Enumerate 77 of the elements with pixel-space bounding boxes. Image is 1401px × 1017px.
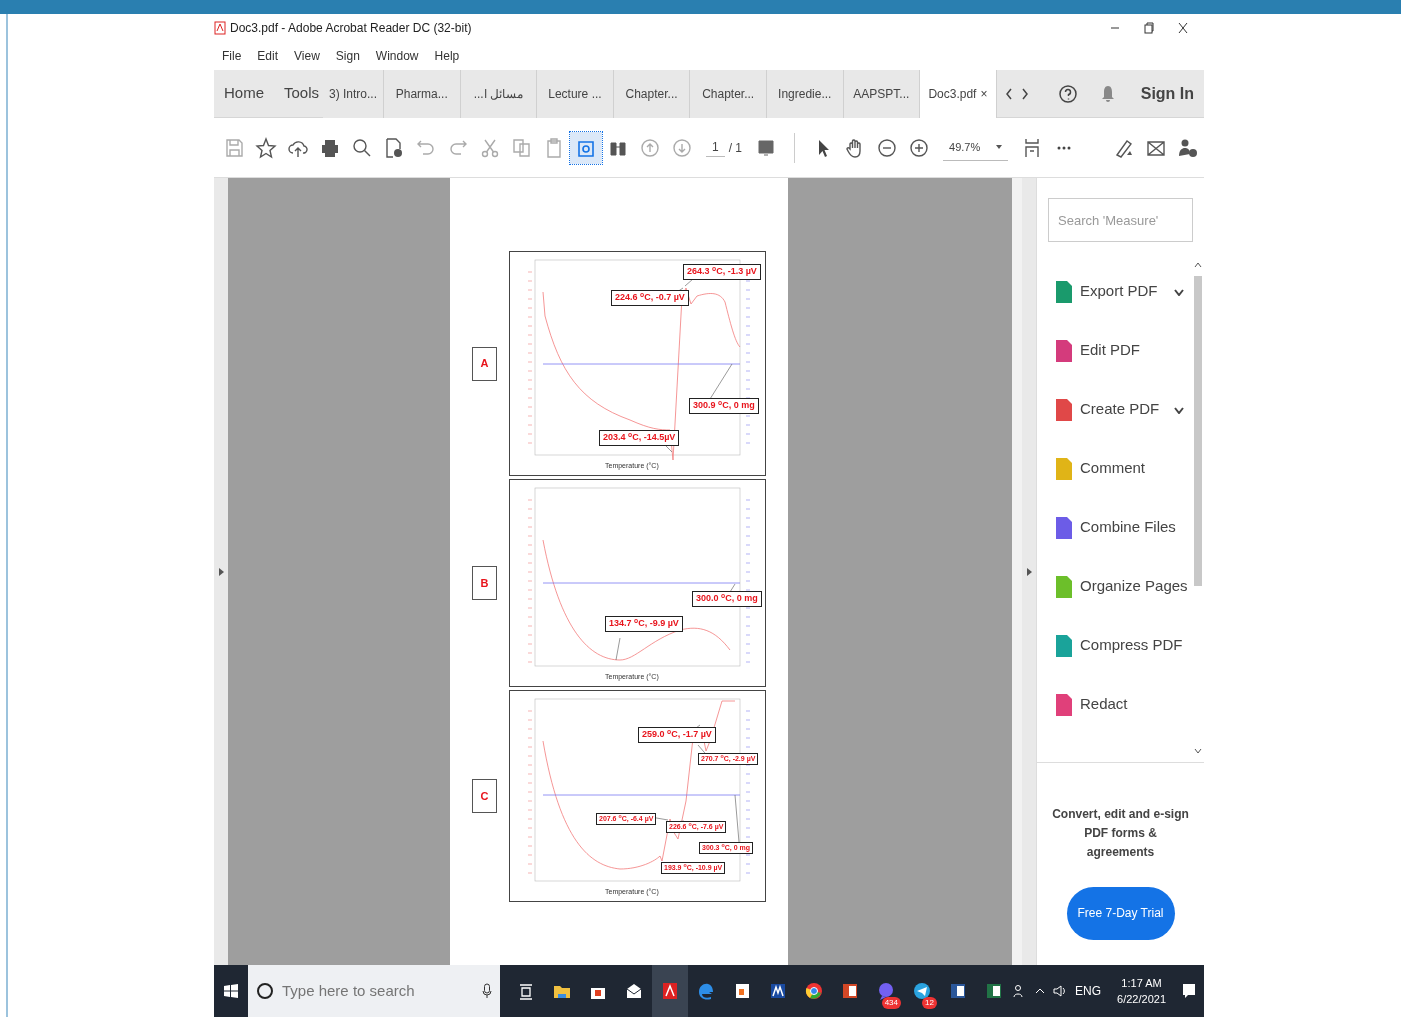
- search-icon: [256, 982, 274, 1000]
- document-tab[interactable]: مسائل ا...: [460, 69, 538, 118]
- promo-text: Convert, edit and e-sign PDF forms & agreements: [1051, 806, 1190, 862]
- chrome-icon[interactable]: [804, 981, 824, 1001]
- data-label: 134.7 $^{o}$C, -9.9 µV: [605, 616, 683, 632]
- panel-label: A: [472, 346, 497, 381]
- tool-item[interactable]: Organize Pages: [1037, 557, 1192, 616]
- chevron-left-icon[interactable]: [1004, 87, 1013, 100]
- tool-item[interactable]: Combine Files: [1037, 498, 1192, 557]
- chevron-up-icon[interactable]: [1035, 988, 1046, 994]
- tool-item[interactable]: Edit PDF: [1037, 321, 1192, 380]
- leader-line: [684, 278, 694, 287]
- edge-icon[interactable]: [696, 981, 716, 1001]
- data-label: 203.4 $^{o}$C, -14.5µV: [599, 430, 680, 446]
- caret-icon: [996, 145, 1003, 149]
- scroll-up-icon[interactable]: [1194, 262, 1202, 268]
- menu-item[interactable]: View: [294, 47, 320, 65]
- scrollbar-track[interactable]: [1012, 178, 1022, 965]
- restore-icon[interactable]: [1144, 22, 1154, 34]
- scroll-down-icon[interactable]: [1194, 748, 1202, 754]
- data-label: 300.0 $^{o}$C, 0 mg: [692, 591, 762, 607]
- language-indicator[interactable]: ENG: [1075, 982, 1102, 1000]
- tool-item[interactable]: Comment: [1037, 439, 1192, 498]
- scrollbar-thumb[interactable]: [1194, 276, 1202, 586]
- mail-icon[interactable]: [624, 981, 644, 1001]
- taskbar-search-field[interactable]: Type here to search: [248, 965, 500, 1017]
- document-tab[interactable]: Chapter...: [690, 69, 767, 118]
- leader-line: [734, 794, 740, 843]
- data-label: 300.9 $^{o}$C, 0 mg: [689, 398, 759, 414]
- page-count: / 1: [728, 139, 743, 157]
- expand-left-icon[interactable]: [218, 567, 224, 576]
- bell-icon[interactable]: [1100, 84, 1115, 103]
- menu-item[interactable]: Help: [434, 47, 460, 65]
- chevron-right-icon[interactable]: [1020, 87, 1029, 100]
- window-title: Doc3.pdf - Adobe Acrobat Reader DC (32-bit): [230, 20, 472, 37]
- menu-item[interactable]: File: [222, 47, 242, 65]
- speaker-icon[interactable]: [1053, 984, 1068, 998]
- document-tab[interactable]: AAPSPT...: [843, 69, 921, 118]
- tool-item[interactable]: Redact: [1037, 675, 1192, 734]
- document-tab[interactable]: Chapter...: [613, 69, 691, 118]
- help-icon[interactable]: [1058, 84, 1077, 103]
- tool-item[interactable]: Create PDF: [1037, 380, 1192, 439]
- menu-item[interactable]: Edit: [257, 47, 279, 65]
- document-tab[interactable]: Ingredie...: [766, 69, 844, 118]
- menu-item[interactable]: Sign: [335, 47, 360, 65]
- pdf-app-icon[interactable]: [660, 981, 680, 1001]
- home-tab[interactable]: Home: [214, 69, 274, 118]
- tool-item[interactable]: Compress PDF: [1037, 616, 1192, 675]
- page-number-field[interactable]: 1: [706, 138, 725, 157]
- clock-time[interactable]: 1:17 AM: [1121, 974, 1162, 991]
- panel-label: B: [472, 566, 497, 600]
- free-trial-button[interactable]: Free 7-Day Trial: [1066, 886, 1175, 940]
- data-label: 224.6 $^{o}$C, -0.7 µV: [611, 290, 689, 306]
- panel-label: C: [472, 779, 497, 813]
- search-input[interactable]: Type here to search: [280, 978, 476, 1004]
- count-badge: 434: [881, 997, 901, 1009]
- search-field[interactable]: Search 'Measure': [1048, 198, 1193, 242]
- notification-icon[interactable]: [1182, 983, 1196, 999]
- zoom-dropdown[interactable]: 49.7%: [943, 134, 1009, 161]
- tools-tab[interactable]: Tools: [274, 69, 324, 118]
- document-tab[interactable]: Doc3.pdf ×: [920, 69, 997, 118]
- clock-date[interactable]: 6/22/2021: [1117, 991, 1166, 1008]
- count-badge: 12: [922, 997, 937, 1009]
- expand-right-icon[interactable]: [1026, 567, 1032, 576]
- windows-start-icon[interactable]: [224, 984, 238, 998]
- data-label: 264.3 $^{o}$C, -1.3 µV: [683, 264, 761, 280]
- tool-item[interactable]: Export PDF: [1037, 262, 1192, 321]
- menu-item[interactable]: Window: [375, 47, 419, 65]
- document-tab[interactable]: 3) Intro...: [323, 69, 384, 118]
- document-tab[interactable]: Lecture ...: [537, 69, 614, 118]
- data-label: 259.0 $^{o}$C, -1.7 µV: [638, 727, 716, 743]
- sign-in-link[interactable]: Sign In: [1130, 69, 1205, 118]
- close-icon[interactable]: [1178, 22, 1188, 34]
- camera-icon[interactable]: [570, 131, 602, 164]
- leader-line: [615, 637, 621, 661]
- microphone-icon[interactable]: [482, 983, 492, 999]
- document-tab[interactable]: Pharma...: [383, 69, 461, 118]
